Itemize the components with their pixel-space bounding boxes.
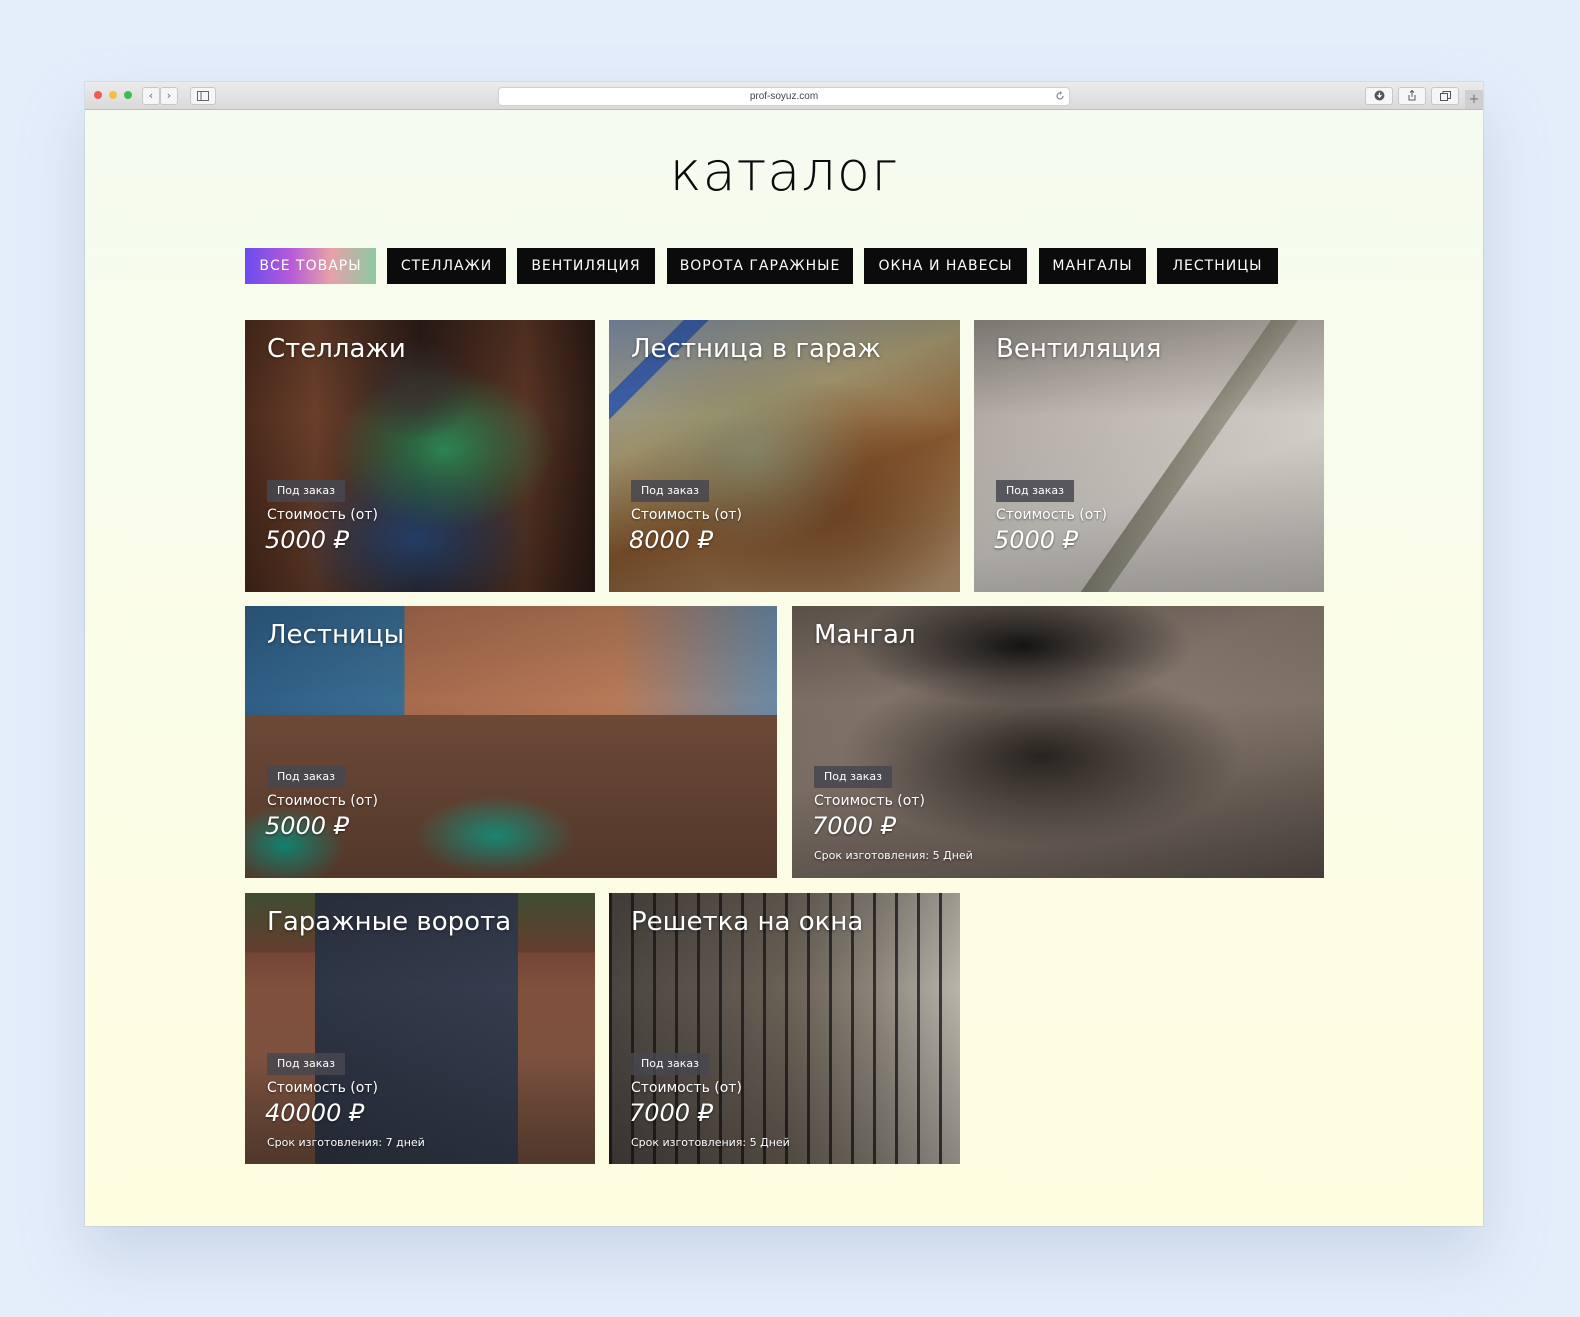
- order-badge: Под заказ: [631, 1053, 709, 1075]
- filter-ventilation[interactable]: ВЕНТИЛЯЦИЯ: [517, 248, 655, 284]
- page-title: Каталог: [669, 140, 899, 203]
- product-card-garage-gates[interactable]: Гаражные ворота Под заказ Стоимость (от)…: [245, 893, 595, 1164]
- forward-button[interactable]: ›: [160, 87, 178, 105]
- product-card-grill[interactable]: Мангал Под заказ Стоимость (от) 7000 ₽ С…: [792, 606, 1324, 878]
- filter-shelving[interactable]: СТЕЛЛАЖИ: [387, 248, 506, 284]
- product-price: 40000 ₽: [265, 1099, 365, 1127]
- close-window-icon[interactable]: [94, 91, 102, 99]
- price-label: Стоимость (от): [267, 507, 378, 523]
- tabs-overview-icon[interactable]: [1431, 87, 1459, 105]
- product-price: 8000 ₽: [629, 526, 713, 554]
- production-time: Срок изготовления: 5 Дней: [814, 849, 973, 862]
- product-price: 5000 ₽: [265, 526, 349, 554]
- filter-stairs[interactable]: ЛЕСТНИЦЫ: [1157, 248, 1278, 284]
- new-tab-icon[interactable]: +: [1465, 90, 1483, 109]
- price-label: Стоимость (от): [267, 1080, 378, 1096]
- order-badge: Под заказ: [267, 480, 345, 502]
- price-label: Стоимость (от): [631, 507, 742, 523]
- production-time: Срок изготовления: 7 дней: [267, 1136, 425, 1149]
- product-card-shelving[interactable]: Стеллажи Под заказ Стоимость (от) 5000 ₽: [245, 320, 595, 592]
- browser-window: ‹ › prof-soyuz.com + Каталог ВСЕ ТОВАРЫ …: [85, 82, 1483, 1226]
- filter-all-products[interactable]: ВСЕ ТОВАРЫ: [245, 248, 376, 284]
- reload-icon[interactable]: [1055, 88, 1065, 107]
- url-text: prof-soyuz.com: [749, 91, 819, 102]
- share-icon[interactable]: [1398, 87, 1426, 105]
- product-title: Решетка на окна: [631, 907, 864, 937]
- product-title: Вентиляция: [996, 334, 1162, 364]
- order-badge: Под заказ: [267, 1053, 345, 1075]
- address-bar[interactable]: prof-soyuz.com: [498, 87, 1070, 106]
- back-button[interactable]: ‹: [142, 87, 160, 105]
- product-title: Мангал: [814, 620, 916, 650]
- product-price: 7000 ₽: [629, 1099, 713, 1127]
- browser-titlebar: ‹ › prof-soyuz.com +: [85, 82, 1483, 110]
- product-card-stairs[interactable]: Лестницы Под заказ Стоимость (от) 5000 ₽: [245, 606, 777, 878]
- price-label: Стоимость (от): [267, 793, 378, 809]
- downloads-icon[interactable]: [1365, 87, 1393, 105]
- minimize-window-icon[interactable]: [109, 91, 117, 99]
- product-title: Стеллажи: [267, 334, 406, 364]
- filter-windows-canopies[interactable]: ОКНА И НАВЕСЫ: [864, 248, 1027, 284]
- price-label: Стоимость (от): [814, 793, 925, 809]
- sidebar-toggle-icon[interactable]: [190, 87, 216, 105]
- product-title: Лестницы: [267, 620, 405, 650]
- product-card-garage-stairs[interactable]: Лестница в гараж Под заказ Стоимость (от…: [609, 320, 960, 592]
- order-badge: Под заказ: [267, 766, 345, 788]
- price-label: Стоимость (от): [996, 507, 1107, 523]
- filter-garage-gates[interactable]: ВОРОТА ГАРАЖНЫЕ: [667, 248, 853, 284]
- filter-grills[interactable]: МАНГАЛЫ: [1039, 248, 1146, 284]
- order-badge: Под заказ: [814, 766, 892, 788]
- zoom-window-icon[interactable]: [124, 91, 132, 99]
- price-label: Стоимость (от): [631, 1080, 742, 1096]
- product-card-window-bars[interactable]: Решетка на окна Под заказ Стоимость (от)…: [609, 893, 960, 1164]
- order-badge: Под заказ: [631, 480, 709, 502]
- product-title: Гаражные ворота: [267, 907, 512, 937]
- product-title: Лестница в гараж: [631, 334, 881, 364]
- order-badge: Под заказ: [996, 480, 1074, 502]
- production-time: Срок изготовления: 5 Дней: [631, 1136, 790, 1149]
- product-price: 5000 ₽: [994, 526, 1078, 554]
- product-price: 7000 ₽: [812, 812, 896, 840]
- product-price: 5000 ₽: [265, 812, 349, 840]
- product-card-ventilation[interactable]: Вентиляция Под заказ Стоимость (от) 5000…: [974, 320, 1324, 592]
